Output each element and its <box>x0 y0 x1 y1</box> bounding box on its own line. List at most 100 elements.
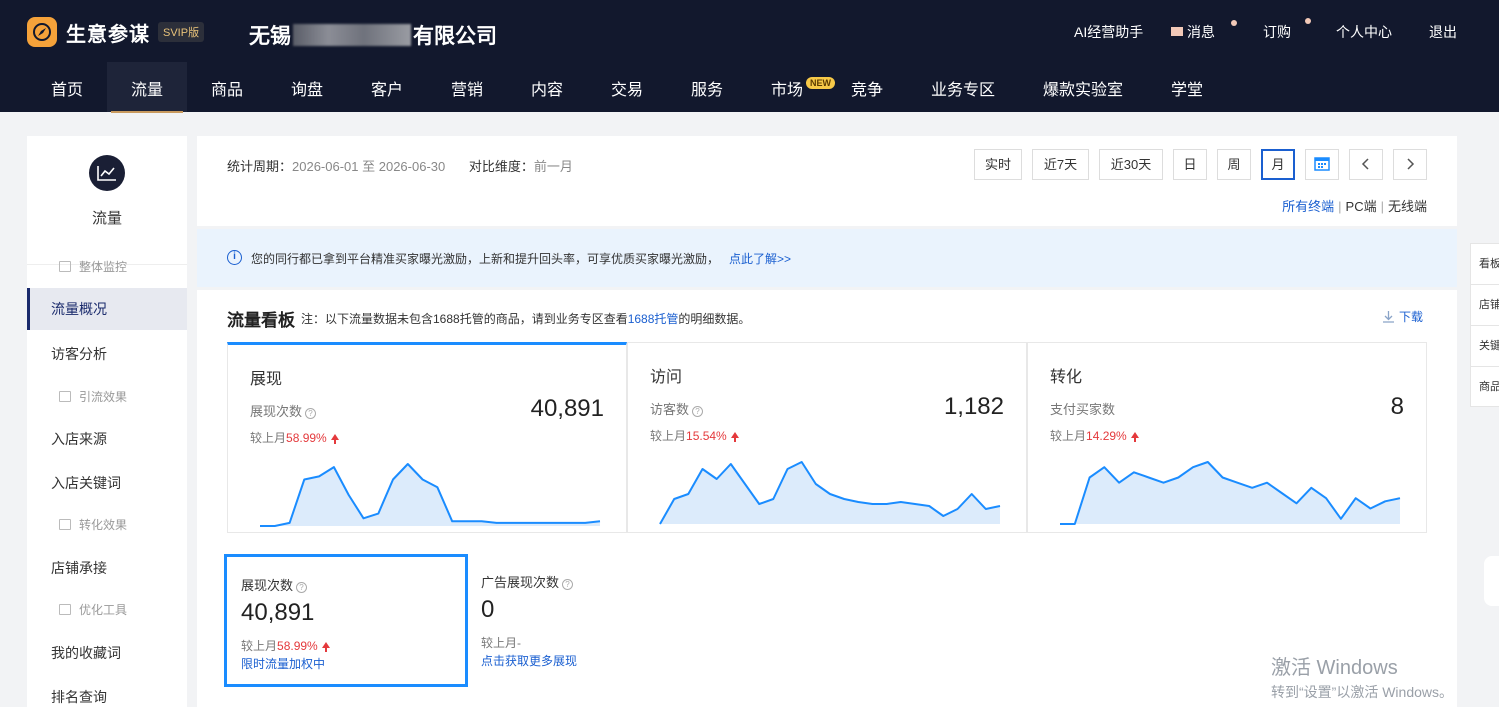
sidebar: 流量 整体监控 流量概况 访客分析 引流效果 入店来源 入店关键词 转化效果 店… <box>27 136 187 707</box>
more-exposure-link[interactable]: 点击获取更多展现 <box>481 652 577 669</box>
sub-card-ad-impressions[interactable]: 广告展现次数? 0 较上月- 点击获取更多展现 <box>467 554 711 687</box>
side-tab-board[interactable]: 看板 <box>1471 244 1499 285</box>
help-icon: ? <box>296 582 308 593</box>
hosted-link[interactable]: 1688托管 <box>628 312 679 326</box>
subscribe-dot <box>1305 18 1311 24</box>
windows-watermark: 激活 Windows 转到“设置”以激活 Windows。 <box>1271 657 1454 700</box>
metric-compare: 较上月14.29% <box>1050 427 1139 444</box>
help-icon: ? <box>305 408 317 419</box>
sparkline-area <box>1060 462 1400 524</box>
terminal-mobile[interactable]: 无线端 <box>1388 199 1427 214</box>
metric-value: 1,182 <box>943 393 1004 420</box>
sub-card-impressions[interactable]: 展现次数? 40,891 较上月58.99% 限时流量加权中 <box>224 554 468 687</box>
nav-traffic[interactable]: 流量 <box>110 76 184 113</box>
redacted-block <box>293 24 411 46</box>
nav-market[interactable]: 市场 <box>771 76 803 100</box>
arrow-up-icon <box>730 432 739 442</box>
metric-card-impressions[interactable]: 展现 展现次数? 40,891 较上月58.99% <box>227 342 627 533</box>
help-icon: ? <box>562 579 574 590</box>
personal-center-link[interactable]: 个人中心 <box>1336 22 1392 42</box>
logout-link[interactable]: 退出 <box>1429 22 1457 42</box>
nav-competition[interactable]: 竞争 <box>851 76 883 100</box>
side-tab-store[interactable]: 店铺 <box>1471 285 1499 326</box>
compass-icon <box>27 17 57 47</box>
btn-7days[interactable]: 近7天 <box>1032 149 1089 180</box>
sidebar-item-overview[interactable]: 流量概况 <box>27 288 187 330</box>
building-icon <box>59 261 71 272</box>
svip-badge: SVIP版 <box>158 22 205 42</box>
nav-hot-lab[interactable]: 爆款实验室 <box>1043 76 1123 100</box>
line-chart-icon <box>89 155 125 191</box>
nav-business-zone[interactable]: 业务专区 <box>931 76 995 100</box>
arrow-up-icon <box>321 642 330 652</box>
brand-logo[interactable]: 生意参谋 SVIP版 <box>27 17 205 47</box>
sparkline-chart <box>659 461 1001 525</box>
terminal-switch: 所有终端 | PC端 | 无线端 <box>1282 199 1427 214</box>
sidebar-item-favorites[interactable]: 我的收藏词 <box>27 632 187 674</box>
building-icon <box>59 519 71 530</box>
info-icon: i <box>227 250 242 265</box>
ai-assistant-link[interactable]: AI经营助手 <box>1074 22 1143 42</box>
btn-month[interactable]: 月 <box>1261 149 1295 180</box>
side-tab-products[interactable]: 商品 <box>1471 367 1499 408</box>
nav-content[interactable]: 内容 <box>531 76 563 100</box>
next-button[interactable] <box>1393 149 1427 180</box>
period-info: 统计周期：2026-06-01 至 2026-06-30 对比维度：前一月 <box>227 159 573 174</box>
metric-compare: 较上月58.99% <box>250 429 339 446</box>
top-header: 生意参谋 SVIP版 无锡 有限公司 AI经营助手 消息 订购 个人中心 退出 … <box>0 0 1499 113</box>
nav-products[interactable]: 商品 <box>211 76 243 100</box>
metric-value: 8 <box>1390 393 1404 420</box>
side-helper-button[interactable] <box>1484 556 1499 606</box>
calendar-button[interactable] <box>1305 149 1339 180</box>
side-tab-keywords[interactable]: 关键词 <box>1471 326 1499 367</box>
company-prefix: 无锡 <box>249 25 291 48</box>
metric-value: 40,891 <box>530 395 604 422</box>
brand-name: 生意参谋 <box>66 23 150 46</box>
sidebar-title: 流量 <box>91 210 122 227</box>
nav-marketing[interactable]: 营销 <box>451 76 483 100</box>
metric-card-visits[interactable]: 访问 访客数? 1,182 较上月15.54% <box>627 342 1027 533</box>
arrow-up-icon <box>1130 432 1139 442</box>
nav-home[interactable]: 首页 <box>51 76 83 100</box>
nav-customers[interactable]: 客户 <box>371 76 403 100</box>
subscribe-link[interactable]: 订购 <box>1263 22 1291 42</box>
boost-link[interactable]: 限时流量加权中 <box>241 655 325 672</box>
message-link[interactable]: 消息 <box>1171 22 1215 42</box>
sidebar-group-conversion: 转化效果 <box>27 504 187 546</box>
terminal-all[interactable]: 所有终端 <box>1282 199 1334 214</box>
download-icon <box>1382 311 1394 323</box>
sub-card-value: 0 <box>481 596 495 623</box>
btn-30days[interactable]: 近30天 <box>1099 149 1163 180</box>
company-name: 无锡 有限公司 <box>249 20 497 50</box>
btn-day[interactable]: 日 <box>1173 149 1207 180</box>
sub-card-compare: 较上月- <box>481 636 522 650</box>
metric-card-conversion[interactable]: 转化 支付买家数 8 较上月14.29% <box>1027 342 1427 533</box>
sparkline-area <box>260 464 600 526</box>
sidebar-item-sources[interactable]: 入店来源 <box>27 418 187 460</box>
btn-realtime[interactable]: 实时 <box>974 149 1022 180</box>
period-toolbar: 统计周期：2026-06-01 至 2026-06-30 对比维度：前一月 实时… <box>197 136 1457 226</box>
terminal-pc[interactable]: PC端 <box>1346 199 1377 214</box>
chevron-left-icon <box>1361 158 1369 170</box>
btn-week[interactable]: 周 <box>1217 149 1251 180</box>
mail-icon <box>1171 27 1183 36</box>
nav-inquiry[interactable]: 询盘 <box>291 76 323 100</box>
compare-value: 前一月 <box>533 159 573 174</box>
sidebar-item-visitors[interactable]: 访客分析 <box>27 333 187 375</box>
metric-title: 转化 <box>1050 369 1083 386</box>
nav-service[interactable]: 服务 <box>691 76 723 100</box>
metric-label: 访客数? <box>650 399 704 418</box>
nav-trade[interactable]: 交易 <box>611 76 643 100</box>
building-icon <box>59 391 71 402</box>
sidebar-item-store[interactable]: 店铺承接 <box>27 547 187 589</box>
download-button[interactable]: 下载 <box>1382 308 1423 325</box>
metric-label: 展现次数? <box>250 401 317 420</box>
prev-button[interactable] <box>1349 149 1383 180</box>
traffic-board: 流量看板 注：以下流量数据未包含1688托管的商品，请到业务专区查看1688托管… <box>197 290 1457 707</box>
sidebar-item-ranking[interactable]: 排名查询 <box>27 676 187 707</box>
arrow-up-icon <box>330 434 339 444</box>
sidebar-item-keywords[interactable]: 入店关键词 <box>27 462 187 504</box>
message-dot <box>1231 20 1237 26</box>
notice-link[interactable]: 点此了解>> <box>729 252 791 266</box>
nav-academy[interactable]: 学堂 <box>1171 76 1203 100</box>
